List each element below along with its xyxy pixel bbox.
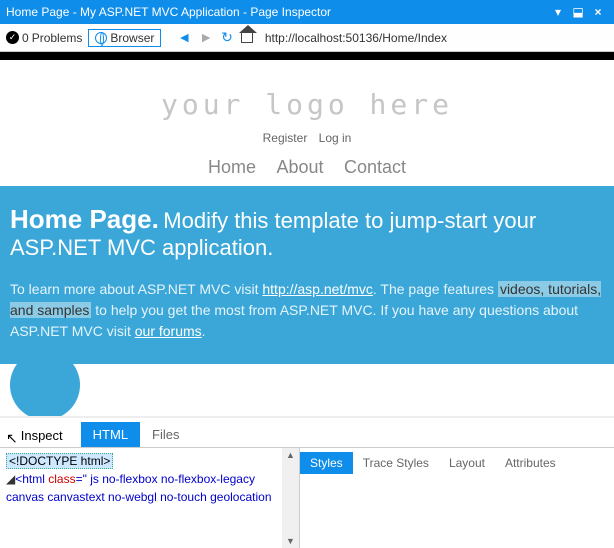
tab-html[interactable]: HTML xyxy=(81,422,140,447)
address-bar[interactable]: http://localhost:50136/Home/Index xyxy=(265,31,447,45)
hero-title: Home Page. xyxy=(10,204,159,234)
refresh-icon[interactable]: ↻ xyxy=(221,29,233,46)
intro-text-2: . The page features xyxy=(373,281,498,297)
code-scrollbar[interactable]: ▲▼ xyxy=(282,448,299,548)
toolbar: ✓ 0 Problems Browser ◄ ► ↻ http://localh… xyxy=(0,24,614,52)
forums-link[interactable]: our forums xyxy=(135,323,202,339)
check-icon: ✓ xyxy=(6,31,19,44)
tab-styles[interactable]: Styles xyxy=(300,452,353,474)
styles-pane: Styles Trace Styles Layout Attributes xyxy=(300,448,614,548)
window-title: Home Page - My ASP.NET MVC Application -… xyxy=(6,5,331,19)
account-links: Register Log in xyxy=(0,131,614,145)
nav-contact[interactable]: Contact xyxy=(344,157,406,177)
forward-icon: ► xyxy=(199,29,213,46)
intro-text-4: . xyxy=(202,323,206,339)
html-source-pane[interactable]: <!DOCTYPE html> ◢<html class=" js no-fle… xyxy=(0,448,300,548)
intro-text-3: to help you get the most from ASP.NET MV… xyxy=(10,302,578,339)
problems-count: 0 xyxy=(22,31,29,45)
intro-text-1: To learn more about ASP.NET MVC visit xyxy=(10,281,262,297)
main-nav: Home About Contact xyxy=(0,157,614,178)
browser-label: Browser xyxy=(110,31,154,45)
back-icon[interactable]: ◄ xyxy=(177,29,191,46)
cursor-icon: ↖ xyxy=(6,430,18,447)
header-bar xyxy=(0,52,614,60)
tab-layout[interactable]: Layout xyxy=(439,452,495,474)
title-bar: Home Page - My ASP.NET MVC Application -… xyxy=(0,0,614,24)
mvc-link[interactable]: http://asp.net/mvc xyxy=(262,281,373,297)
logo-placeholder: your logo here xyxy=(0,88,614,121)
browser-viewport: your logo here Register Log in Home Abou… xyxy=(0,52,614,418)
inspector-panel: ↖ Inspect HTML Files <!DOCTYPE html> ◢<h… xyxy=(0,418,614,548)
problems-label: Problems xyxy=(32,31,83,45)
close-icon[interactable]: × xyxy=(588,5,608,19)
nav-home[interactable]: Home xyxy=(208,157,256,177)
globe-icon xyxy=(95,32,107,44)
register-link[interactable]: Register xyxy=(263,131,308,145)
problems-indicator[interactable]: ✓ 0 Problems xyxy=(6,31,82,45)
code-line-doctype[interactable]: <!DOCTYPE html> xyxy=(6,453,113,469)
login-link[interactable]: Log in xyxy=(319,131,352,145)
home-button[interactable] xyxy=(241,29,253,46)
code-line-html[interactable]: ◢<html class=" js no-flexbox no-flexbox-… xyxy=(6,470,293,506)
window-menu-dropdown[interactable]: ▾ xyxy=(548,5,568,19)
intro-paragraph: To learn more about ASP.NET MVC visit ht… xyxy=(0,279,614,364)
nav-about[interactable]: About xyxy=(276,157,323,177)
tab-files[interactable]: Files xyxy=(140,422,191,447)
tab-attributes[interactable]: Attributes xyxy=(495,452,566,474)
tab-trace-styles[interactable]: Trace Styles xyxy=(353,452,439,474)
home-icon xyxy=(241,33,253,43)
pin-icon[interactable]: ⬓ xyxy=(568,5,588,19)
inspect-button[interactable]: Inspect xyxy=(21,428,63,447)
inspector-tabs-row: ↖ Inspect HTML Files xyxy=(0,418,614,448)
hero-banner: Home Page. Modify this template to jump-… xyxy=(0,186,614,279)
decorative-circle xyxy=(10,350,80,418)
browser-button[interactable]: Browser xyxy=(88,29,161,47)
